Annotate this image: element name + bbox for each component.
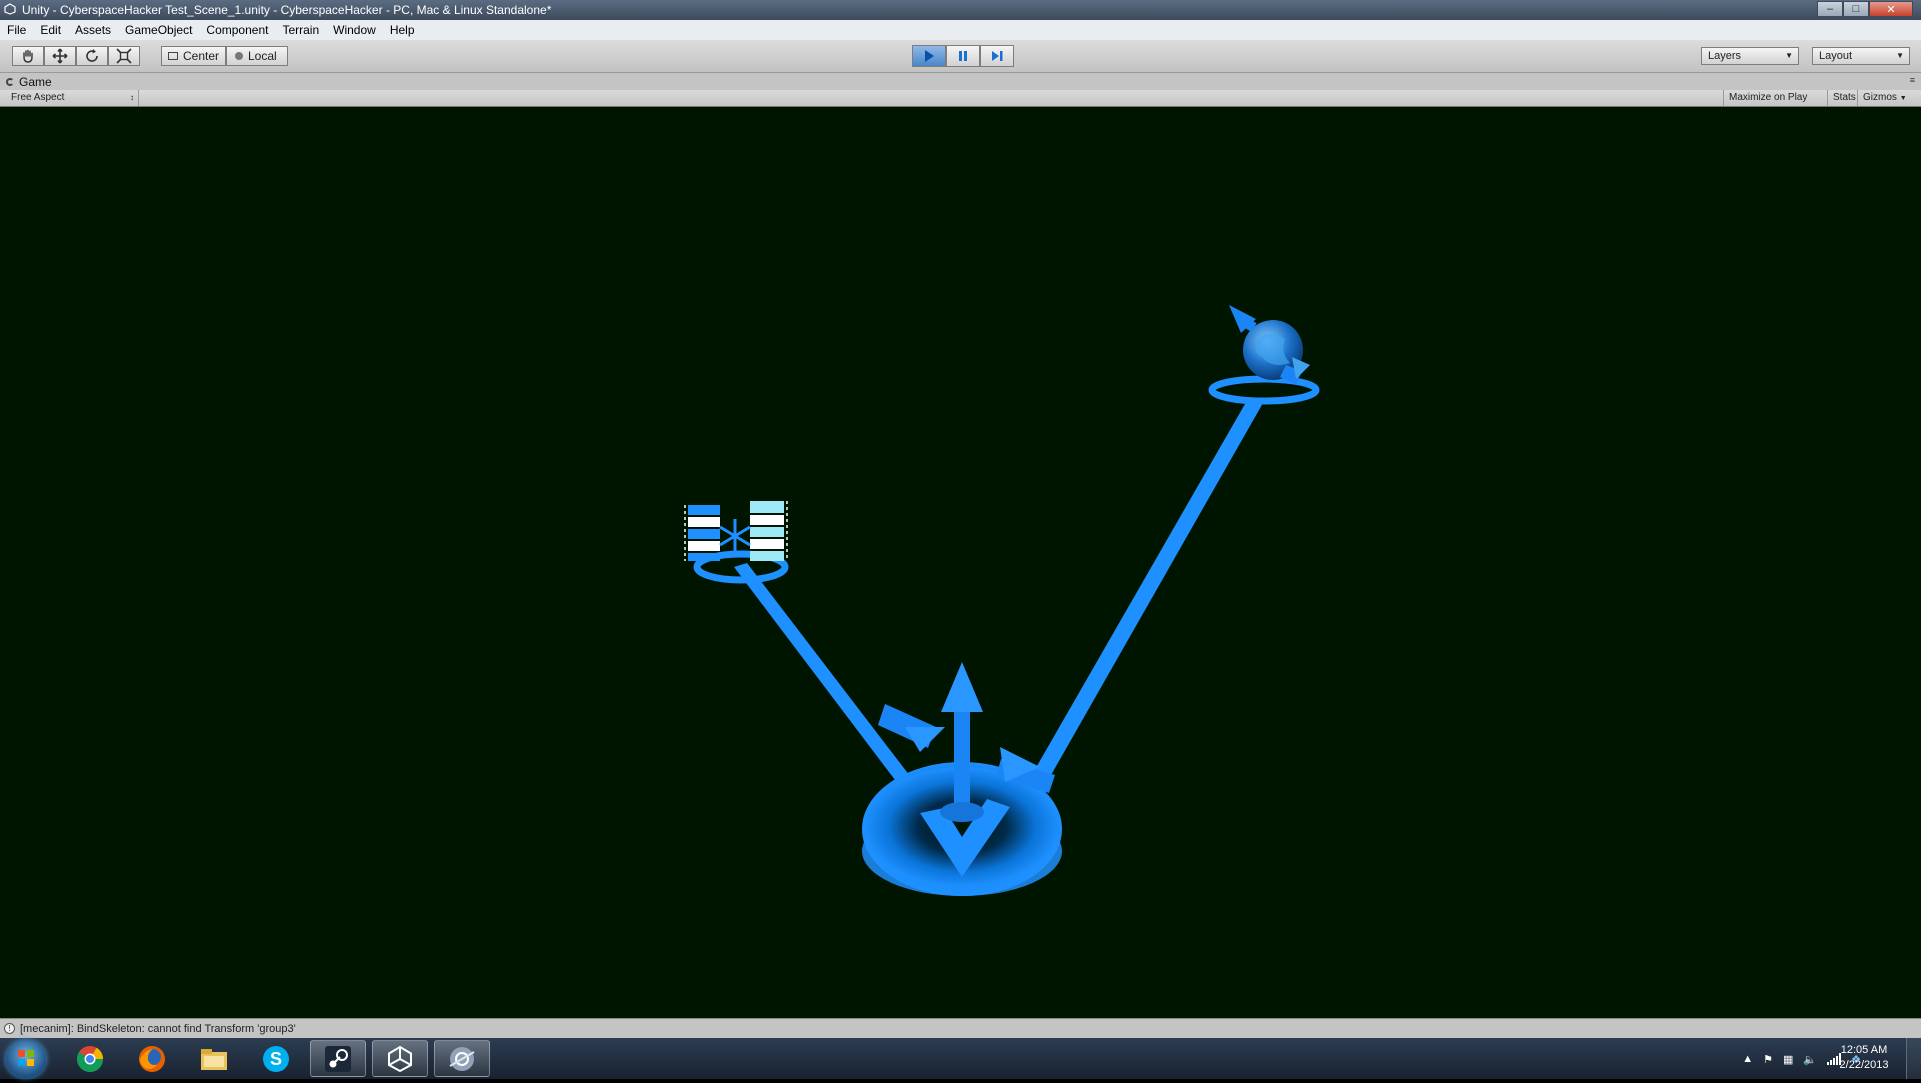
game-view-toolbar: Free Aspect ↕ Maximize on Play Stats Giz…: [0, 90, 1921, 107]
maximize-on-play-toggle[interactable]: Maximize on Play: [1723, 90, 1812, 106]
stats-label: Stats: [1833, 92, 1856, 103]
gizmos-dropdown[interactable]: Gizmos ▼: [1857, 90, 1912, 106]
tab-game[interactable]: Game: [6, 73, 52, 90]
layers-dropdown[interactable]: Layers ▼: [1701, 47, 1799, 65]
taskbar-unity[interactable]: [372, 1040, 428, 1077]
start-button[interactable]: [6, 1040, 46, 1078]
menu-bar: File Edit Assets GameObject Component Te…: [0, 20, 1921, 40]
play-button[interactable]: [912, 45, 946, 67]
action-center-flag-icon[interactable]: ⚑: [1763, 1053, 1773, 1066]
close-icon: ✕: [1886, 3, 1896, 16]
app-icon: [449, 1046, 475, 1071]
hand-icon: [23, 49, 33, 63]
scene-render: [684, 305, 1320, 896]
pause-button[interactable]: [946, 45, 980, 67]
chevron-down-icon: ▼: [1899, 95, 1907, 102]
pause-icon: [959, 51, 967, 61]
console-status-bar[interactable]: ! [mecanim]: BindSkeleton: cannot find T…: [0, 1018, 1921, 1039]
menu-file[interactable]: File: [0, 23, 33, 37]
gizmos-label: Gizmos: [1863, 92, 1897, 103]
move-tool-button[interactable]: [44, 46, 76, 66]
move-icon: [52, 48, 68, 64]
scale-tool-button[interactable]: [108, 46, 140, 66]
play-icon: [925, 50, 934, 62]
menu-component[interactable]: Component: [199, 23, 275, 37]
game-tab-row: Game ≡: [0, 73, 1921, 91]
rotate-tool-button[interactable]: [76, 46, 108, 66]
skype-icon: S: [263, 1045, 289, 1072]
window-title: Unity - CyberspaceHacker Test_Scene_1.un…: [22, 3, 552, 17]
firefox-icon: [139, 1045, 165, 1072]
taskbar-steam[interactable]: [310, 1040, 366, 1077]
aspect-dropdown[interactable]: Free Aspect ↕: [6, 90, 139, 106]
hand-tool-button[interactable]: [12, 46, 44, 66]
close-button[interactable]: ✕: [1869, 1, 1913, 17]
chevron-down-icon: ▼: [1785, 51, 1793, 60]
chrome-icon: [76, 1045, 104, 1072]
minimize-button[interactable]: –: [1817, 1, 1843, 17]
volume-icon[interactable]: 🔈: [1803, 1053, 1817, 1066]
taskbar-explorer[interactable]: [186, 1040, 242, 1077]
menu-edit[interactable]: Edit: [33, 23, 68, 37]
svg-text:S: S: [270, 1049, 282, 1069]
clock-date: 2/22/2013: [1839, 1059, 1889, 1071]
menu-window[interactable]: Window: [326, 23, 383, 37]
layers-label: Layers: [1708, 50, 1742, 62]
pivot-center-button[interactable]: Center: [161, 46, 226, 66]
title-bar: Unity - CyberspaceHacker Test_Scene_1.un…: [0, 0, 1921, 20]
panel-menu-icon[interactable]: ≡: [1910, 75, 1915, 85]
menu-terrain[interactable]: Terrain: [275, 23, 326, 37]
pivot-label: Center: [183, 49, 220, 63]
local-space-icon: [235, 52, 243, 60]
step-icon: [992, 51, 1003, 61]
globe-node: [1208, 305, 1320, 405]
layout-dropdown[interactable]: Layout ▼: [1812, 47, 1910, 65]
taskbar-skype[interactable]: S: [248, 1040, 304, 1077]
game-viewport[interactable]: [0, 107, 1921, 1018]
unity-logo-icon: [4, 3, 16, 15]
step-button[interactable]: [980, 45, 1014, 67]
pivot-icon: [168, 52, 178, 60]
stats-toggle[interactable]: Stats: [1827, 90, 1861, 106]
maximize-button[interactable]: □: [1843, 1, 1869, 17]
show-desktop-button[interactable]: [1906, 1038, 1921, 1079]
tray-app-icon[interactable]: ▦: [1783, 1053, 1793, 1066]
chevron-down-icon: ▼: [1896, 51, 1904, 60]
windows-taskbar: S ▲ ⚑ ▦ 🔈 ❖ 12:05 AM 2/22/2013: [0, 1038, 1921, 1079]
console-message: [mecanim]: BindSkeleton: cannot find Tra…: [20, 1023, 296, 1035]
game-controller-icon: [6, 77, 14, 86]
info-icon: !: [4, 1023, 15, 1034]
minimize-icon: –: [1826, 3, 1834, 15]
taskbar-clock[interactable]: 12:05 AM 2/22/2013: [1831, 1043, 1897, 1073]
rotate-icon: [86, 49, 98, 62]
unity-icon: [388, 1045, 412, 1072]
maximize-icon: □: [1852, 3, 1860, 15]
windows-logo-icon: [18, 1050, 34, 1066]
toolbar: Center Local Layers ▼ Layout ▼: [0, 40, 1921, 73]
aspect-label: Free Aspect: [11, 92, 65, 103]
explorer-icon: [201, 1048, 227, 1070]
taskbar-app[interactable]: [434, 1040, 490, 1077]
menu-assets[interactable]: Assets: [68, 23, 118, 37]
scale-icon: [116, 48, 132, 64]
chevron-updown-icon: ↕: [130, 93, 134, 102]
taskbar-chrome[interactable]: [62, 1040, 118, 1077]
menu-help[interactable]: Help: [383, 23, 422, 37]
game-tab-label: Game: [19, 74, 52, 89]
maximize-on-play-label: Maximize on Play: [1729, 92, 1808, 103]
tray-expand-icon[interactable]: ▲: [1742, 1053, 1753, 1065]
steam-icon: [325, 1045, 351, 1072]
layout-label: Layout: [1819, 50, 1853, 62]
space-label: Local: [248, 49, 277, 63]
menu-gameobject[interactable]: GameObject: [118, 23, 199, 37]
taskbar-firefox[interactable]: [124, 1040, 180, 1077]
clock-time: 12:05 AM: [1840, 1044, 1888, 1056]
space-local-button[interactable]: Local: [226, 46, 288, 66]
